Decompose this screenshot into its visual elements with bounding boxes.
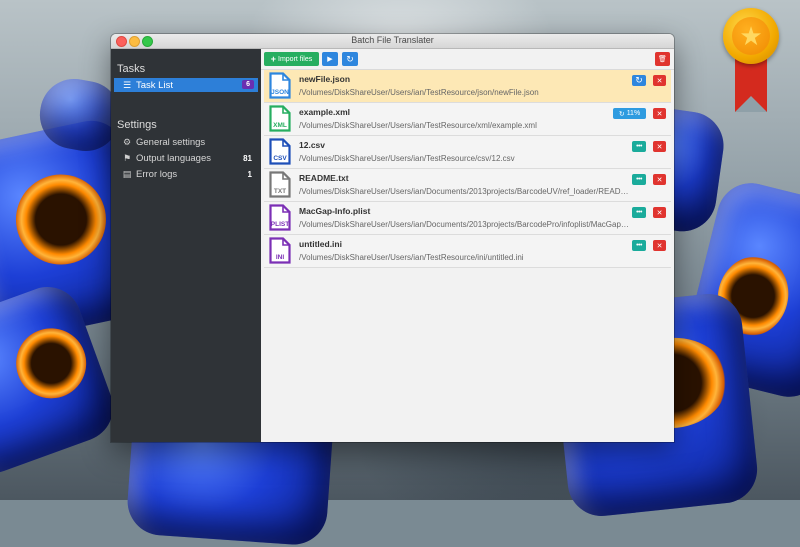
- file-name: untitled.ini: [299, 239, 342, 249]
- file-name: 12.csv: [299, 140, 325, 150]
- log-icon: ▤: [122, 168, 132, 179]
- file-row[interactable]: TXT README.txt /Volumes/DiskShareUser/Us…: [264, 169, 671, 202]
- sidebar-item-label: Error logs: [136, 168, 178, 180]
- sidebar-item-task-list[interactable]: ☰ Task List 6: [114, 78, 258, 92]
- more-icon: •••: [636, 176, 642, 183]
- file-row[interactable]: XML example.xml /Volumes/DiskShareUser/U…: [264, 103, 671, 136]
- file-name: README.txt: [299, 173, 349, 183]
- file-type-label: JSON: [271, 89, 289, 96]
- refresh-icon: ↻: [635, 75, 643, 85]
- file-type-icon: XML: [269, 105, 291, 132]
- file-path: /Volumes/DiskShareUser/Users/ian/Documen…: [299, 187, 629, 196]
- file-type-label: PLIST: [270, 221, 290, 228]
- close-icon: ✕: [656, 110, 663, 118]
- list-icon: ☰: [122, 79, 132, 90]
- file-options-button[interactable]: •••: [632, 207, 646, 218]
- toolbar: + Import files ▶ ↻ 🗑: [261, 49, 674, 70]
- remove-file-button[interactable]: ✕: [653, 207, 666, 218]
- sidebar-item-output-languages[interactable]: ⚑ Output languages 81: [114, 151, 258, 165]
- delete-all-button[interactable]: 🗑: [655, 52, 670, 66]
- file-type-icon: PLIST: [269, 204, 291, 231]
- file-type-icon: INI: [269, 237, 291, 264]
- output-languages-count: 81: [243, 153, 252, 163]
- sidebar-item-label: Task List: [136, 79, 173, 91]
- file-options-button[interactable]: •••: [632, 141, 646, 152]
- app-window: Batch File Translater Tasks ☰ Task List …: [111, 34, 674, 442]
- file-path: /Volumes/DiskShareUser/Users/ian/Documen…: [299, 220, 629, 229]
- plus-icon: +: [270, 54, 277, 64]
- retry-file-button[interactable]: ↻: [632, 75, 646, 86]
- sidebar-item-label: Output languages: [136, 152, 212, 164]
- close-icon: ✕: [656, 176, 663, 184]
- more-icon: •••: [636, 209, 642, 216]
- remove-file-button[interactable]: ✕: [653, 75, 666, 86]
- refresh-icon: ↻: [346, 53, 354, 64]
- file-list: JSON newFile.json /Volumes/DiskShareUser…: [264, 70, 671, 268]
- file-options-button[interactable]: •••: [632, 174, 646, 185]
- file-type-icon: JSON: [269, 72, 291, 99]
- file-row[interactable]: JSON newFile.json /Volumes/DiskShareUser…: [264, 70, 671, 103]
- file-type-icon: CSV: [269, 138, 291, 165]
- sidebar-heading-tasks: Tasks: [117, 63, 146, 75]
- close-icon: ✕: [656, 143, 663, 151]
- flag-icon: ⚑: [122, 152, 132, 163]
- task-count-badge: 6: [242, 80, 254, 89]
- remove-file-button[interactable]: ✕: [653, 108, 666, 119]
- file-row[interactable]: PLIST MacGap-Info.plist /Volumes/DiskSha…: [264, 202, 671, 235]
- file-type-icon: TXT: [269, 171, 291, 198]
- sidebar-item-label: General settings: [136, 136, 206, 148]
- window-title: Batch File Translater: [351, 35, 434, 45]
- progress-badge[interactable]: ↻ 11%: [613, 108, 646, 119]
- start-translation-button[interactable]: ▶: [322, 52, 338, 66]
- remove-file-button[interactable]: ✕: [653, 141, 666, 152]
- sidebar: Tasks ☰ Task List 6 Settings ⚙ General s…: [111, 49, 261, 442]
- sidebar-item-error-logs[interactable]: ▤ Error logs 1: [114, 167, 258, 181]
- error-logs-count: 1: [247, 169, 252, 179]
- file-name: MacGap-Info.plist: [299, 206, 371, 216]
- remove-file-button[interactable]: ✕: [653, 240, 666, 251]
- award-ribbon-icon: ★: [723, 8, 779, 112]
- file-path: /Volumes/DiskShareUser/Users/ian/TestRes…: [299, 88, 539, 97]
- more-icon: •••: [636, 143, 642, 150]
- sidebar-heading-settings: Settings: [117, 119, 157, 131]
- gear-icon: ⚙: [122, 136, 132, 147]
- sidebar-item-general-settings[interactable]: ⚙ General settings: [114, 135, 258, 149]
- file-name: example.xml: [299, 107, 351, 117]
- trash-icon: 🗑: [658, 56, 667, 63]
- more-icon: •••: [636, 242, 642, 249]
- file-type-label: XML: [273, 122, 287, 129]
- file-row[interactable]: INI untitled.ini /Volumes/DiskShareUser/…: [264, 235, 671, 268]
- close-icon: ✕: [656, 242, 663, 250]
- close-icon: ✕: [656, 209, 663, 217]
- spinner-icon: ↻: [618, 110, 625, 118]
- close-icon: ✕: [656, 77, 663, 85]
- file-name: newFile.json: [299, 74, 351, 84]
- file-row[interactable]: CSV 12.csv /Volumes/DiskShareUser/Users/…: [264, 136, 671, 169]
- progress-value: 11%: [626, 110, 641, 117]
- file-path: /Volumes/DiskShareUser/Users/ian/TestRes…: [299, 121, 537, 130]
- play-icon: ▶: [327, 56, 333, 63]
- file-path: /Volumes/DiskShareUser/Users/ian/TestRes…: [299, 154, 515, 163]
- file-type-label: INI: [275, 254, 285, 261]
- remove-file-button[interactable]: ✕: [653, 174, 666, 185]
- file-type-label: TXT: [273, 188, 287, 195]
- refresh-button[interactable]: ↻: [342, 52, 358, 66]
- star-icon: ★: [732, 17, 770, 55]
- file-options-button[interactable]: •••: [632, 240, 646, 251]
- title-bar[interactable]: Batch File Translater: [111, 34, 674, 49]
- import-files-button[interactable]: + Import files: [264, 52, 319, 66]
- file-type-label: CSV: [273, 155, 287, 162]
- import-files-label: Import files: [278, 55, 313, 63]
- main-panel: + Import files ▶ ↻ 🗑 JSON newFile.json /…: [261, 49, 674, 442]
- file-path: /Volumes/DiskShareUser/Users/ian/TestRes…: [299, 253, 524, 262]
